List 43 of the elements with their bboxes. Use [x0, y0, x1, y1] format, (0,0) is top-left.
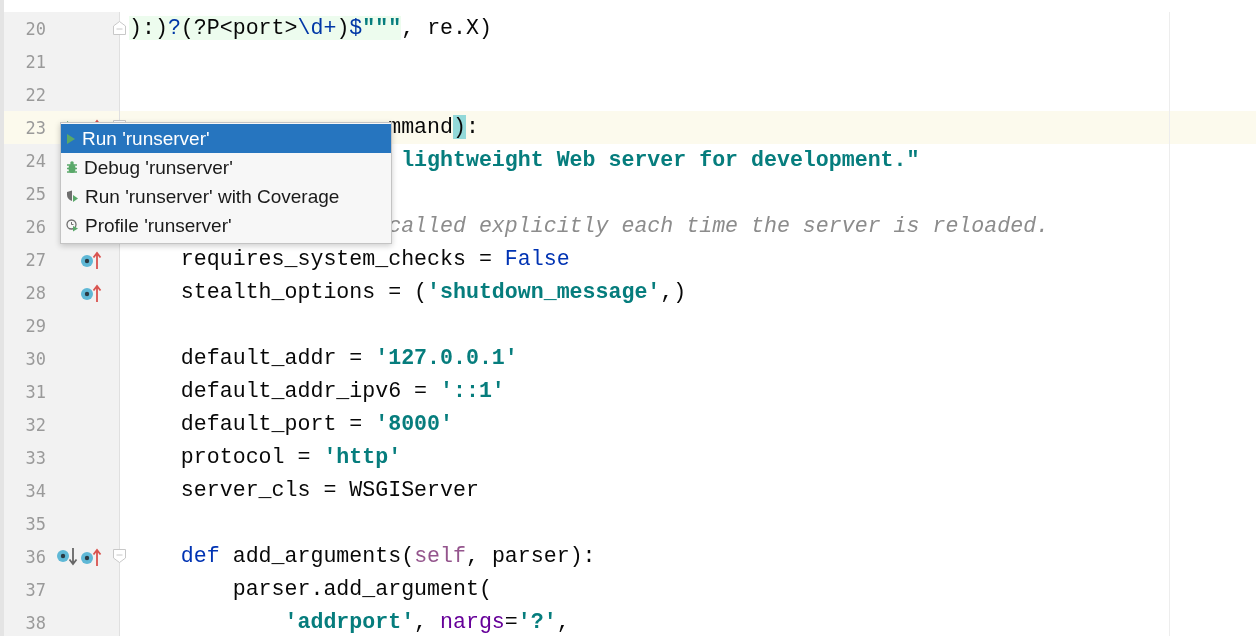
line-number: 38: [24, 612, 46, 633]
line-number: 36: [24, 546, 46, 567]
code-line: ):)?(?P<port>\d+)$""", re.X): [129, 15, 492, 42]
menu-item[interactable]: Debug 'runserver': [61, 153, 391, 182]
overridden-icon[interactable]: [56, 546, 78, 567]
run-icon: [66, 132, 76, 145]
line-number: 35: [24, 513, 46, 534]
code-line: requires_system_checks = False: [180, 246, 570, 273]
menu-item[interactable]: Profile 'runserver': [61, 211, 391, 240]
line-number: 23: [24, 117, 46, 138]
overrides-icon[interactable]: [80, 249, 102, 270]
menu-item[interactable]: Run 'runserver': [61, 124, 391, 153]
line-number: 32: [24, 414, 46, 435]
menu-item[interactable]: Run 'runserver' with Coverage: [61, 182, 391, 211]
line-number: 21: [24, 51, 46, 72]
code-line: def add_arguments(self, parser):: [180, 543, 596, 570]
line-number: 37: [24, 579, 46, 600]
line-number: 34: [24, 480, 46, 501]
coverage-icon: [66, 190, 79, 203]
code-line: lightweight Web server for development.": [401, 147, 920, 174]
line-number: 28: [24, 282, 46, 303]
line-number: 22: [24, 84, 46, 105]
line-number: 33: [24, 447, 46, 468]
overrides-icon[interactable]: [80, 546, 102, 567]
overrides-icon[interactable]: [80, 282, 102, 303]
line-number: 31: [24, 381, 46, 402]
line-number: 24: [24, 150, 46, 171]
line-number: 25: [24, 183, 46, 204]
code-line: stealth_options = ('shutdown_message',): [180, 279, 687, 306]
line-number: 27: [24, 249, 46, 270]
line-number: 26: [24, 216, 46, 237]
line-number: 29: [24, 315, 46, 336]
bug-icon: [66, 161, 78, 174]
clock-icon: [66, 219, 79, 232]
code-line: protocol = 'http': [180, 444, 402, 471]
line-number: 30: [24, 348, 46, 369]
code-line: default_port = '8000': [180, 411, 453, 438]
code-line: default_addr_ipv6 = '::1': [180, 378, 505, 405]
code-line: server_cls = WSGIServer: [180, 477, 479, 504]
code-line: parser.add_argument(: [232, 576, 492, 603]
line-number: 20: [24, 18, 46, 39]
code-line: default_addr = '127.0.0.1': [180, 345, 518, 372]
code-line: 'addrport', nargs='?',: [284, 609, 570, 636]
